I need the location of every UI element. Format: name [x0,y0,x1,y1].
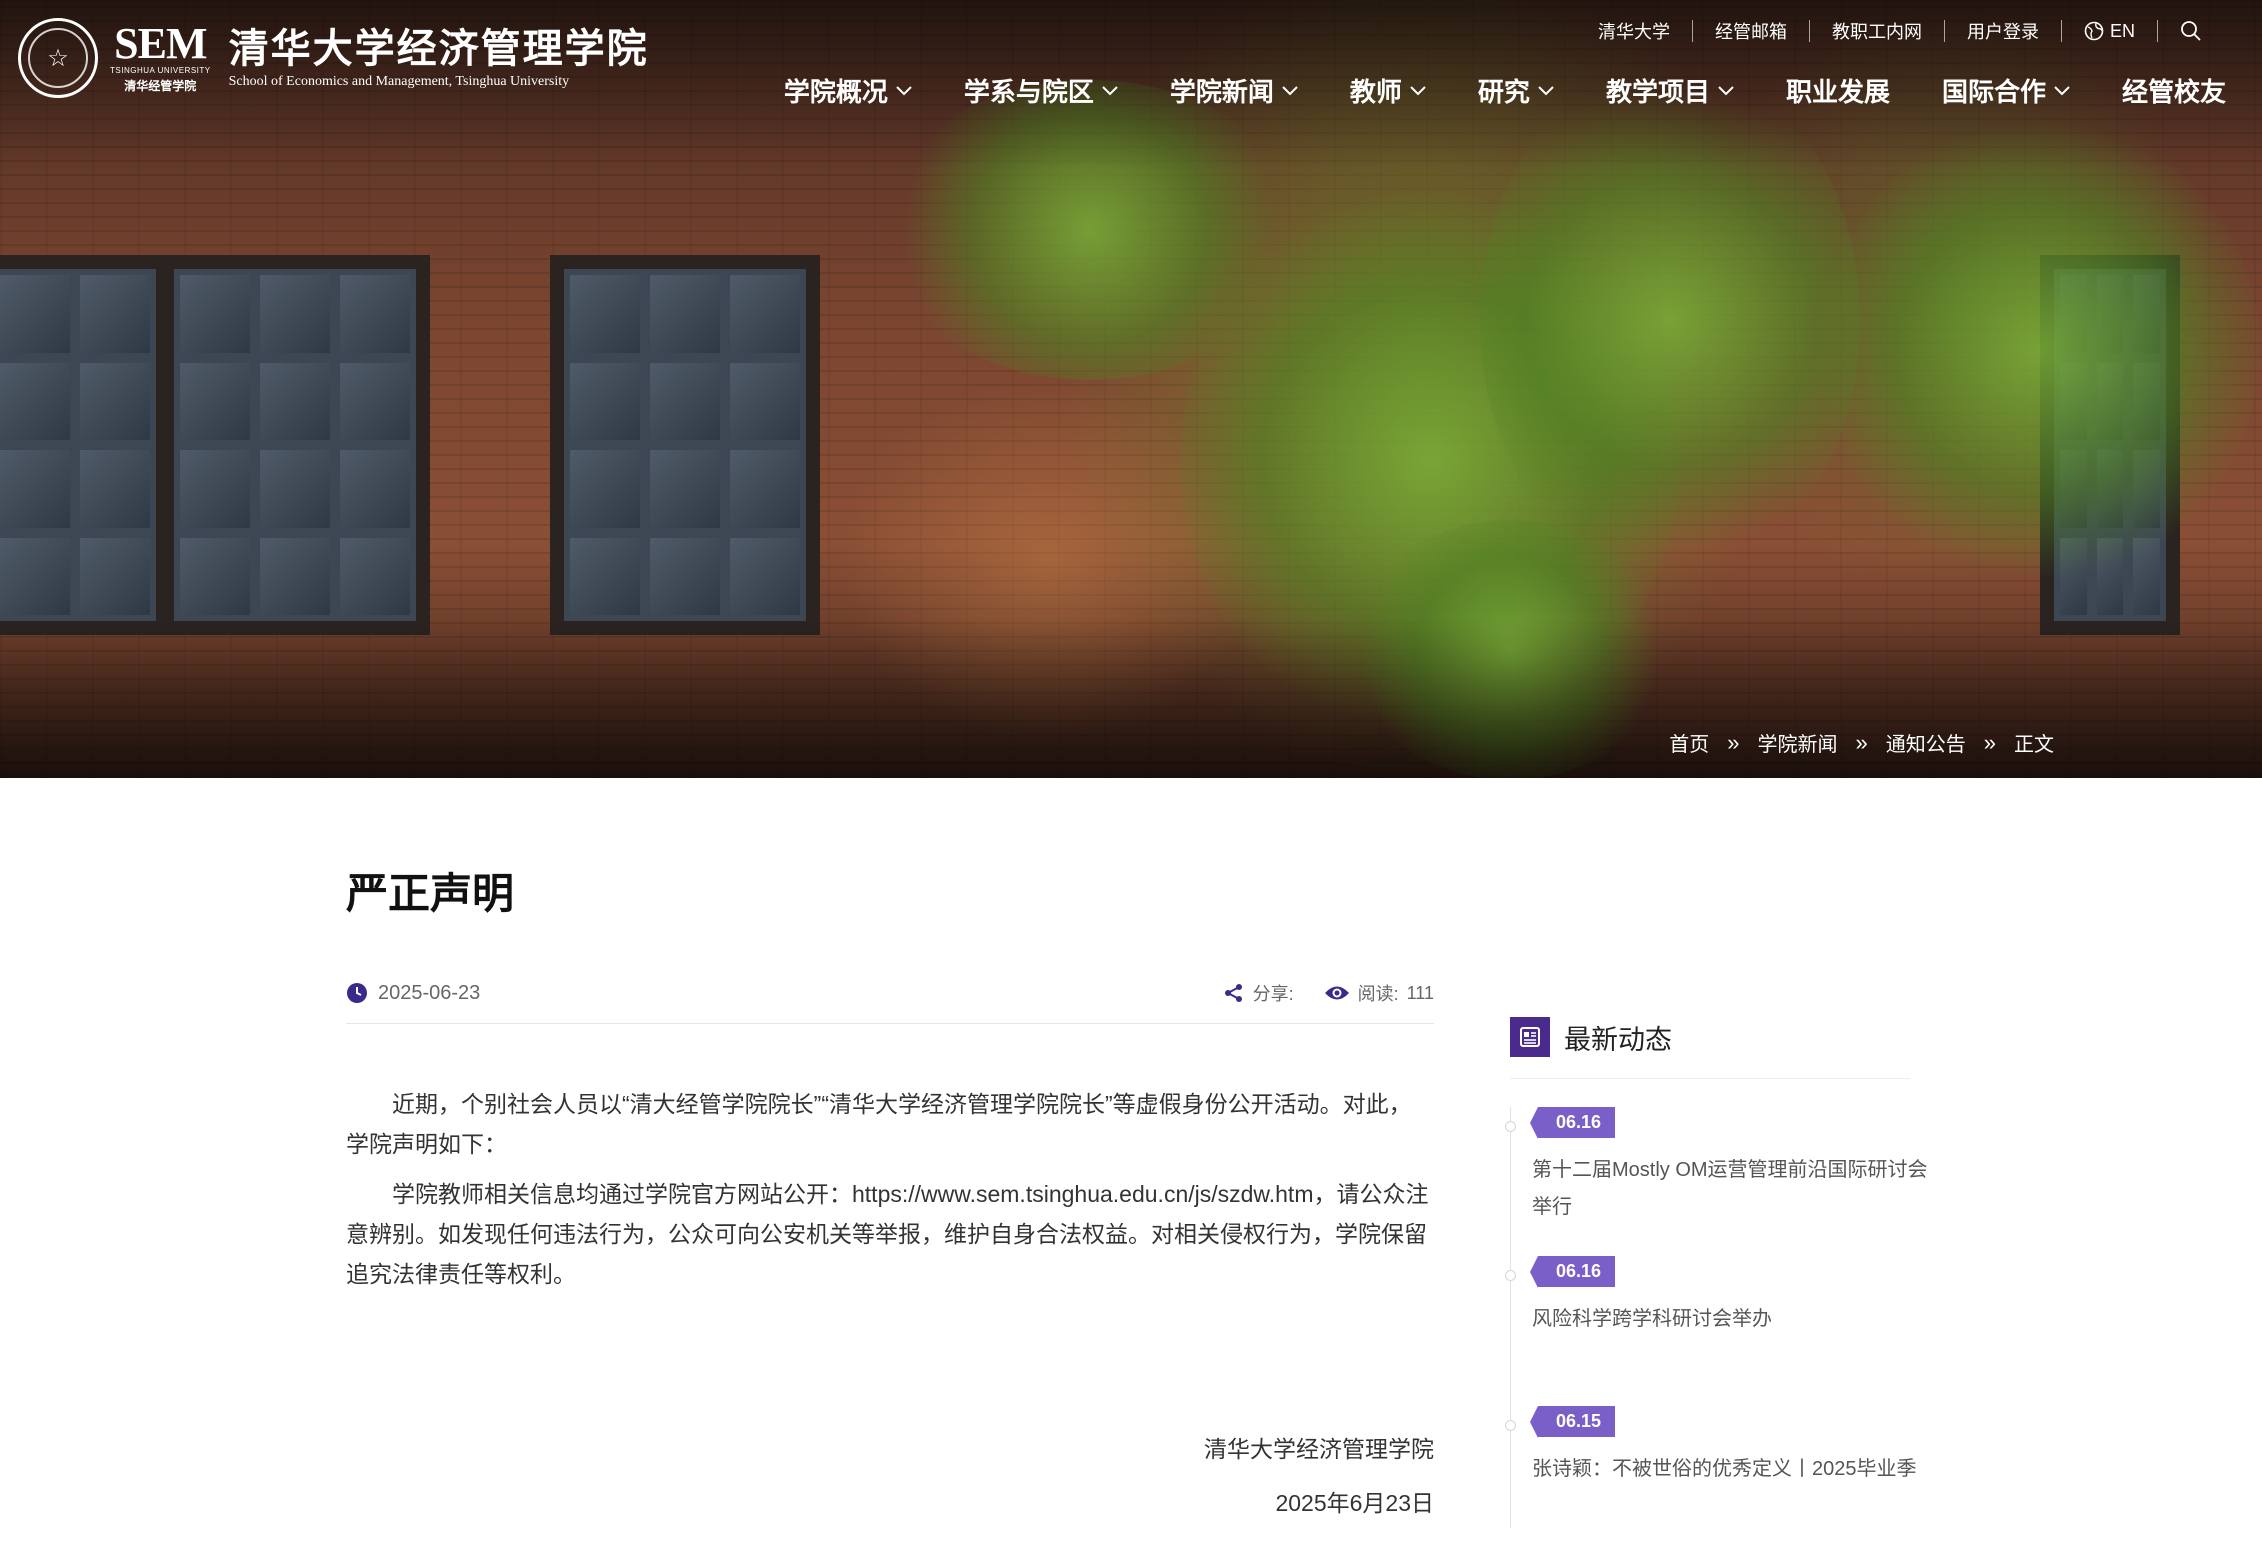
news-date-badge: 06.16 [1529,1256,1616,1288]
nav-item-label: 经管校友 [2121,77,2226,107]
search-icon[interactable] [2180,20,2202,42]
article-paragraph: 近期，个别社会人员以“清大经管学院院长”“清华大学经济管理学院院长”等虚假身份公… [346,1091,1412,1157]
university-seal-icon: ☆ [18,18,98,98]
sem-wordmark: SEM TSINGHUA UNIVERSITY 清华经管学院 [110,22,211,94]
breadcrumb-separator: » [1983,729,1996,755]
nav-item[interactable]: 学院新闻 [1170,72,1298,109]
news-title[interactable]: 第十二届Mostly OM运营管理前沿国际研讨会举行 [1532,1152,1932,1226]
timeline-dot [1505,1270,1516,1281]
hero-banner [0,0,2262,778]
timeline-dot [1505,1121,1516,1132]
nav-item-label: 学系与院区 [963,77,1094,107]
language-label: EN [2109,20,2135,41]
nav-item[interactable]: 国际合作 [1942,72,2070,109]
chevron-down-icon [1102,85,1118,95]
chevron-down-icon [1282,85,1298,95]
news-item[interactable]: 06.16 第十二届Mostly OM运营管理前沿国际研讨会举行 [1505,1107,1928,1226]
site-logo[interactable]: ☆ SEM TSINGHUA UNIVERSITY 清华经管学院 清华大学经济管… [18,16,649,100]
divider [2060,20,2062,42]
news-title[interactable]: 风险科学跨学科研讨会举办 [1532,1301,1932,1338]
publish-date: 2025-06-23 [346,982,480,1005]
nav-item[interactable]: 研究 [1478,72,1554,109]
signature-date: 2025年6月23日 [1275,1490,1434,1516]
divider [2157,20,2158,42]
latest-news-sidebar: 最新动态 06.16 第十二届Mostly OM运营管理前沿国际研讨会举行 06.1… [1505,1016,1928,1528]
nav-item-label: 学院新闻 [1169,77,1274,107]
nav-item[interactable]: 教学项目 [1606,72,1734,109]
eye-icon [1324,986,1349,1000]
share-label: 分享: [1252,984,1294,1004]
hero-window [0,255,170,635]
share-button[interactable]: 分享: [1223,980,1294,1006]
utility-link-login[interactable]: 用户登录 [1967,18,2039,44]
utility-link-mail[interactable]: 经管邮箱 [1715,18,1787,44]
nav-item-label: 学院概况 [783,77,888,107]
divider [1691,20,1693,42]
news-item[interactable]: 06.15 张诗颖：不被世俗的优秀定义丨2025毕业季 [1505,1406,1917,1488]
article-title: 严正声明 [346,870,515,917]
news-item[interactable]: 06.16 风险科学跨学科研讨会举办 [1505,1256,1910,1338]
breadcrumb: 首页 » 学院新闻 » 通知公告 » 正文 [1669,728,2054,757]
nav-item-label: 教学项目 [1605,77,1710,107]
chevron-down-icon [896,85,912,95]
school-name-en: School of Economics and Management, Tsin… [228,74,570,89]
utility-link-tsinghua[interactable]: 清华大学 [1598,18,1670,44]
nav-item[interactable]: 学院概况 [784,72,912,109]
ivy-foliage [1820,120,2260,580]
sidebar-title: 最新动态 [1564,1024,1672,1055]
hero-window [550,255,820,635]
sem-wordmark-text: SEM [114,19,207,68]
chevron-down-icon [1718,85,1734,95]
breadcrumb-separator: » [1727,729,1740,755]
breadcrumb-home[interactable]: 首页 [1669,728,1709,757]
news-date-badge: 06.16 [1529,1107,1616,1139]
breadcrumb-current: 正文 [2014,734,2054,756]
globe-icon [2084,21,2104,41]
breadcrumb-separator: » [1855,729,1868,755]
nav-item-label: 国际合作 [1941,77,2046,107]
divider [1943,20,1945,42]
hero-window [160,255,430,635]
article-paragraph: 学院教师相关信息均通过学院官方网站公开：https://www.sem.tsin… [346,1181,1429,1287]
breadcrumb-news[interactable]: 学院新闻 [1758,728,1838,757]
news-icon [1510,1017,1550,1057]
divider [1808,20,1810,42]
main-nav: 学院概况 学系与院区 学院新闻 教师 研究 教学项目 职业发展 国际合作 经管校友 [784,72,2226,109]
utility-link-intranet[interactable]: 教职工内网 [1832,18,1922,44]
nav-item[interactable]: 教师 [1350,72,1426,109]
news-timeline: 06.16 第十二届Mostly OM运营管理前沿国际研讨会举行 06.16 风险科学… [1505,1107,1928,1528]
nav-item[interactable]: 职业发展 [1786,72,1890,109]
article-signature: 清华大学经济管理学院 2025年6月23日 [346,1422,1434,1530]
article: 严正声明 2025-06-23 分享: 阅读: 111 近期，个别社会人员以“清大… [346,860,1434,1530]
language-switch[interactable]: EN [2084,21,2135,42]
clock-icon [347,983,367,1003]
school-name-cn: 清华大学经济管理学院 [228,25,649,72]
nav-item[interactable]: 学系与院区 [964,72,1118,109]
chevron-down-icon [1410,85,1426,95]
chevron-down-icon [1538,85,1554,95]
nav-item-label: 研究 [1477,77,1530,107]
utility-nav: 清华大学 经管邮箱 教职工内网 用户登录 EN [1598,18,2202,44]
nav-item-label: 职业发展 [1785,77,1890,107]
read-label: 阅读: [1357,984,1399,1004]
article-meta: 2025-06-23 分享: 阅读: 111 [346,963,1434,1024]
sidebar-header: 最新动态 [1510,1016,1910,1079]
breadcrumb-notices[interactable]: 通知公告 [1886,728,1966,757]
timeline-dot [1505,1420,1516,1431]
chevron-down-icon [2054,85,2070,95]
nav-item[interactable]: 经管校友 [2122,72,2226,109]
read-count-value: 111 [1406,982,1434,1003]
article-body: 近期，个别社会人员以“清大经管学院院长”“清华大学经济管理学院院长”等虚假身份公… [346,1084,1434,1294]
read-count: 阅读: 111 [1324,980,1434,1006]
school-name: 清华大学经济管理学院 School of Economics and Manag… [229,26,649,90]
sem-wordmark-sub: TSINGHUA UNIVERSITY [110,66,211,75]
news-title[interactable]: 张诗颖：不被世俗的优秀定义丨2025毕业季 [1532,1451,1932,1488]
news-date-badge: 06.15 [1529,1406,1616,1438]
signature-org: 清华大学经济管理学院 [1204,1436,1434,1462]
article-actions: 分享: 阅读: 111 [1223,980,1434,1006]
sem-wordmark-cn: 清华经管学院 [124,79,197,93]
share-icon [1224,984,1242,1002]
nav-item-label: 教师 [1349,77,1402,107]
publish-date-text: 2025-06-23 [378,981,481,1004]
